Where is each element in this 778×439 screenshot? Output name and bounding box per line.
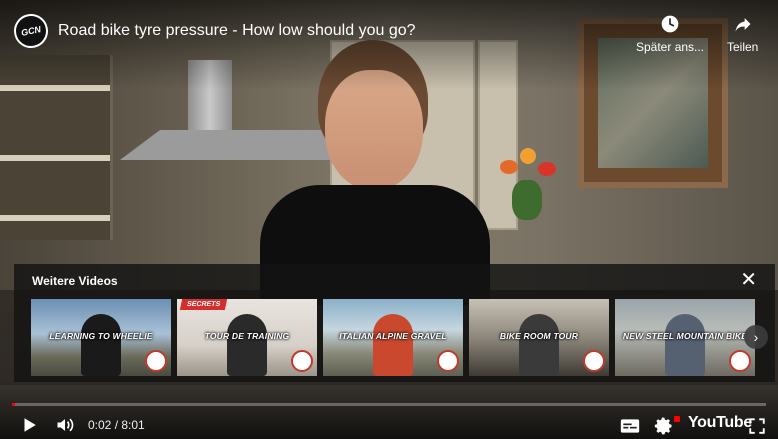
volume-icon[interactable] [54,415,76,435]
progress-bar[interactable] [12,403,766,406]
watch-later-button[interactable]: Später ans... [636,14,704,54]
more-videos-list: LEARNING TO WHEELIE SECRETS TOUR DE TRAI… [31,299,775,376]
suggested-video-thumbnail[interactable]: ITALIAN ALPINE GRAVEL [323,299,463,376]
play-icon[interactable] [20,416,38,434]
progress-played [12,403,16,406]
hd-badge-icon [674,416,680,422]
fullscreen-icon[interactable] [748,417,766,435]
video-title[interactable]: Road bike tyre pressure - How low should… [58,22,416,40]
shelf [0,155,110,161]
channel-badge-icon [145,350,167,372]
current-time: 0:02 [88,418,112,432]
thumbnail-label: NEW STEEL MOUNTAIN BIKE [622,331,748,341]
subtitles-icon[interactable] [620,418,640,434]
youtube-logo[interactable]: YouTube [688,414,752,432]
thumbnail-label: ITALIAN ALPINE GRAVEL [339,331,447,341]
suggested-video-thumbnail[interactable]: BIKE ROOM TOUR [469,299,609,376]
thumbnail-label: BIKE ROOM TOUR [499,331,579,341]
thumbnail-label: TOUR DE TRAINING [204,331,290,341]
channel-badge-icon [729,350,751,372]
chevron-right-icon[interactable]: › [744,325,768,349]
thumbnail-label: LEARNING TO WHEELIE [49,331,153,341]
watch-later-label: Später ans... [636,40,705,54]
time-display: 0:02 / 8:01 [88,418,145,432]
channel-badge-icon [437,350,459,372]
close-icon[interactable]: ✕ [740,270,757,290]
more-videos-panel: Weitere Videos ✕ LEARNING TO WHEELIE SEC… [14,264,775,382]
channel-badge-icon [291,350,313,372]
suggested-video-thumbnail[interactable]: NEW STEEL MOUNTAIN BIKE [615,299,755,376]
flower-vase [490,140,570,260]
duration: 8:01 [121,418,145,432]
clock-icon [661,15,679,33]
time-separator: / [111,418,122,432]
share-arrow-icon [735,18,751,32]
channel-badge-icon [583,350,605,372]
video-player[interactable]: GCN Road bike tyre pressure - How low sh… [0,0,778,439]
shelf [0,215,110,221]
gear-icon[interactable] [654,416,674,436]
more-videos-title: Weitere Videos [32,274,118,288]
suggested-video-thumbnail[interactable]: LEARNING TO WHEELIE [31,299,171,376]
share-label: Teilen [727,40,759,54]
share-button[interactable]: Teilen [727,14,758,54]
secrets-badge: SECRETS [179,299,228,310]
suggested-video-thumbnail[interactable]: SECRETS TOUR DE TRAINING [177,299,317,376]
